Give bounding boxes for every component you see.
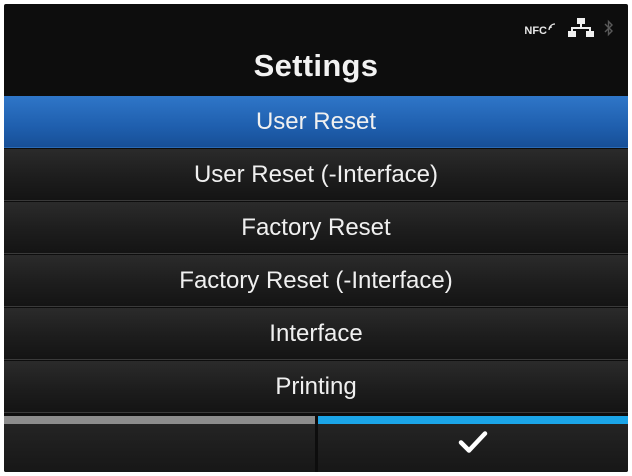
menu-item-user-reset-interface[interactable]: User Reset (-Interface) (4, 149, 628, 201)
right-softkey-indicator (317, 416, 628, 424)
menu-item-interface[interactable]: Interface (4, 308, 628, 360)
nfc-icon: NFC (524, 22, 558, 37)
bluetooth-icon (604, 19, 614, 42)
softkey-bar (4, 416, 628, 472)
status-icons: NFC (524, 18, 614, 43)
page-title: Settings (253, 48, 379, 83)
menu-item-factory-reset[interactable]: Factory Reset (4, 202, 628, 254)
status-bar: NFC (4, 4, 628, 52)
printer-screen: NFC Settings User Reset User Reset (-Int… (4, 4, 628, 472)
nfc-label: NFC (524, 24, 547, 37)
settings-menu: User Reset User Reset (-Interface) Facto… (4, 96, 628, 414)
menu-item-user-reset[interactable]: User Reset (4, 96, 628, 148)
menu-item-printing[interactable]: Printing (4, 361, 628, 413)
left-softkey[interactable] (4, 416, 315, 472)
confirm-softkey[interactable] (317, 416, 628, 472)
network-icon (568, 18, 594, 43)
menu-item-factory-reset-interface[interactable]: Factory Reset (-Interface) (4, 255, 628, 307)
left-softkey-indicator (4, 416, 315, 424)
checkmark-icon (458, 430, 488, 459)
